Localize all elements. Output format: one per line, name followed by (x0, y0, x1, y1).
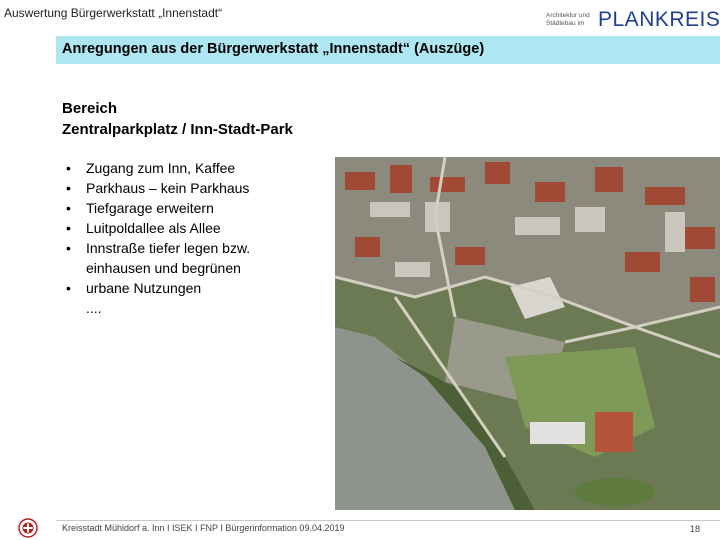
section-title: Zentralparkplatz / Inn-Stadt-Park (62, 121, 293, 138)
photo-white-hall (530, 422, 585, 444)
list-item: • Parkhaus – kein Parkhaus (62, 178, 332, 198)
list-item: • Tiefgarage erweitern (62, 198, 332, 218)
slide-banner: Anregungen aus der Bürgerwerkstatt „Inne… (56, 36, 720, 64)
list-item: • Luitpoldallee als Allee (62, 218, 332, 238)
photo-field (575, 478, 655, 506)
list-item-text: Tiefgarage erweitern (86, 200, 214, 216)
bullet-dot-icon: • (66, 200, 71, 216)
bullet-dot-icon: • (66, 180, 71, 196)
city-seal-icon (18, 518, 38, 540)
plankreis-logo: Architektur und Städtebau im PLANKREIS (546, 8, 720, 32)
list-ellipsis: .... (86, 300, 102, 316)
list-item-continuation: einhausen und begrünen (86, 260, 241, 276)
list-item-text: Innstraße tiefer legen bzw. (86, 240, 251, 256)
list-item: • Innstraße tiefer legen bzw. (62, 238, 332, 258)
list-item-text: Luitpoldallee als Allee (86, 220, 221, 236)
bullet-list: • Zugang zum Inn, Kaffee • Parkhaus – ke… (62, 158, 332, 318)
logo-tagline: Architektur und Städtebau im (546, 12, 598, 28)
list-item-text: urbane Nutzungen (86, 280, 202, 296)
logo-name: PLANKREIS (598, 8, 720, 31)
page-number: 18 (690, 524, 701, 534)
list-item-text: Zugang zum Inn, Kaffee (86, 160, 236, 176)
document-title: Auswertung Bürgerwerkstatt „Innenstadt“ (4, 6, 223, 20)
logo-tagline-line2: Städtebau im (546, 20, 585, 27)
list-item: • Zugang zum Inn, Kaffee (62, 158, 332, 178)
footer-divider (56, 520, 720, 521)
slide-title: Anregungen aus der Bürgerwerkstatt „Inne… (62, 41, 485, 57)
section-label: Bereich (62, 100, 118, 117)
footer-text: Kreisstadt Mühldorf a. Inn I ISEK I FNP … (62, 523, 345, 533)
aerial-photo (335, 157, 720, 510)
section-heading: Bereich Zentralparkplatz / Inn-Stadt-Par… (62, 98, 293, 140)
bullet-dot-icon: • (66, 280, 71, 296)
aerial-photo-drawing (335, 157, 720, 510)
list-item: • urbane Nutzungen (62, 278, 332, 298)
bullet-dot-icon: • (66, 160, 71, 176)
list-item-text: Parkhaus – kein Parkhaus (86, 180, 250, 196)
photo-tennis-court (595, 412, 633, 452)
bullet-dot-icon: • (66, 220, 71, 236)
logo-tagline-line1: Architektur und (546, 12, 590, 19)
bullet-dot-icon: • (66, 240, 71, 256)
